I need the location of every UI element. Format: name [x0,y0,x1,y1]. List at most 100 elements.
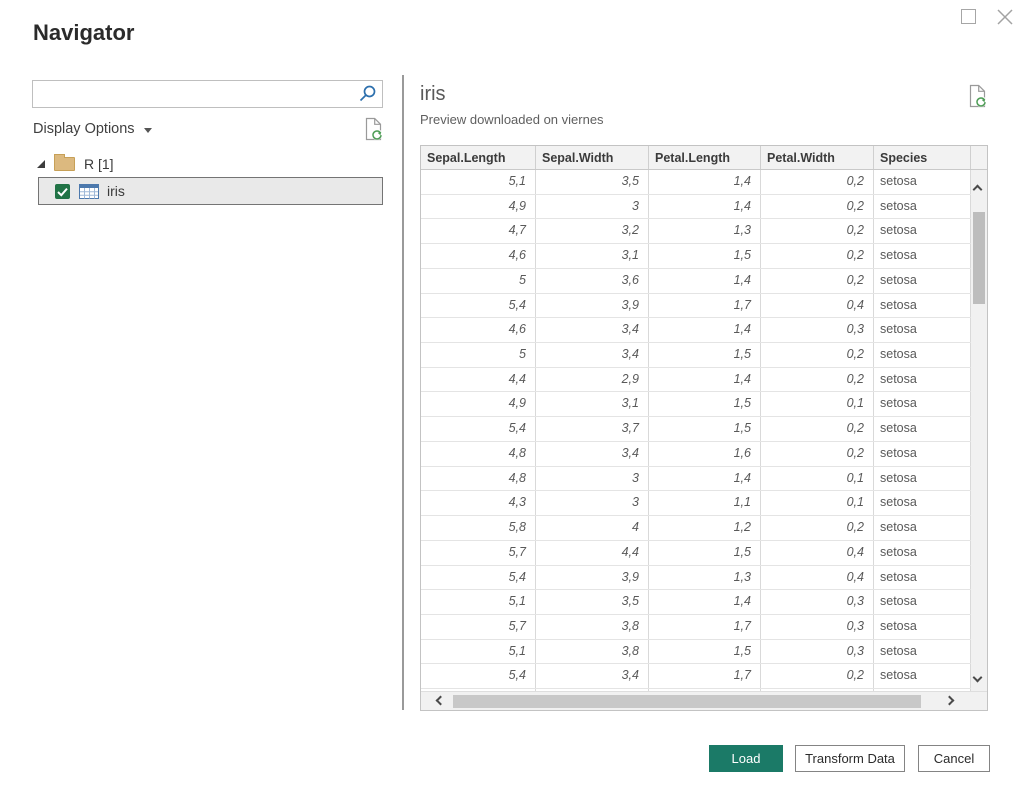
preview-title: iris [420,83,446,106]
cell-species: setosa [874,294,971,318]
load-button[interactable]: Load [709,745,783,772]
cell-value: 1,7 [649,615,761,639]
cell-value: 0,2 [761,368,874,392]
table-row: 53,61,40,2setosa [421,269,971,294]
cell-value: 1,4 [649,318,761,342]
refresh-source-button[interactable] [364,117,383,141]
scroll-right-icon[interactable] [945,696,955,706]
tree-folder-row[interactable]: R [1] [37,153,114,175]
cancel-button[interactable]: Cancel [918,745,990,772]
cell-value: 0,3 [761,590,874,614]
scroll-up-icon[interactable] [973,185,983,195]
cell-value: 5,7 [421,541,536,565]
cell-value: 1,3 [649,219,761,243]
cell-value: 0,3 [761,640,874,664]
table-row: 4,931,40,2setosa [421,195,971,220]
maximize-button[interactable] [961,9,976,24]
cell-value: 3,2 [536,219,649,243]
preview-refresh-button[interactable] [968,84,987,113]
transform-data-button[interactable]: Transform Data [795,745,905,772]
table-header: Sepal.LengthSepal.WidthPetal.LengthPetal… [421,146,987,170]
vertical-scrollbar[interactable] [971,170,987,691]
cell-value: 5,7 [421,615,536,639]
checkbox-checked-icon[interactable] [55,184,70,199]
cell-value: 5 [421,343,536,367]
cell-value: 5,1 [421,170,536,194]
scroll-down-icon[interactable] [973,673,983,683]
cell-value: 5,4 [421,417,536,441]
cell-value: 0,2 [761,195,874,219]
refresh-document-icon [968,84,987,108]
cell-value: 1,4 [649,467,761,491]
cell-value: 4 [536,516,649,540]
search-input[interactable] [33,81,357,107]
table-row: 5,43,41,70,2setosa [421,664,971,689]
cell-species: setosa [874,615,971,639]
search-icon[interactable] [357,84,377,104]
cell-value: 0,2 [761,244,874,268]
cell-value: 5,4 [421,664,536,688]
cell-species: setosa [874,244,971,268]
cell-value: 0,1 [761,392,874,416]
tree-expander-icon[interactable] [37,160,45,168]
table-row: 5,13,81,50,3setosa [421,640,971,665]
table-row: 4,331,10,1setosa [421,491,971,516]
cell-value: 1,5 [649,392,761,416]
cell-value: 0,2 [761,343,874,367]
cell-value: 1,4 [649,368,761,392]
column-header-filler [971,146,987,169]
cell-value: 1,6 [649,442,761,466]
preview-subtitle: Preview downloaded on viernes [420,112,604,127]
cell-value: 0,2 [761,170,874,194]
cell-value: 0,2 [761,219,874,243]
cell-value: 0,4 [761,541,874,565]
cell-species: setosa [874,442,971,466]
cell-value: 4,6 [421,318,536,342]
cell-value: 3 [536,467,649,491]
cell-value: 4,3 [421,491,536,515]
cell-value: 1,4 [649,590,761,614]
cell-value: 0,4 [761,294,874,318]
cell-species: setosa [874,664,971,688]
cell-value: 0,2 [761,269,874,293]
cell-value: 3,8 [536,615,649,639]
cell-species: setosa [874,392,971,416]
cell-value: 0,2 [761,442,874,466]
table-row: 4,831,40,1setosa [421,467,971,492]
cell-value: 0,1 [761,467,874,491]
cell-value: 0,2 [761,417,874,441]
column-header: Sepal.Length [421,146,536,169]
table-row: 4,83,41,60,2setosa [421,442,971,467]
cell-species: setosa [874,269,971,293]
column-header: Petal.Length [649,146,761,169]
table-row: 4,63,41,40,3setosa [421,318,971,343]
table-body: 5,13,51,40,2setosa4,931,40,2setosa4,73,2… [421,170,971,692]
dialog-title: Navigator [33,20,134,46]
table-row: 5,841,20,2setosa [421,516,971,541]
cell-species: setosa [874,467,971,491]
cell-value: 3,4 [536,343,649,367]
close-button[interactable] [995,7,1015,27]
cell-value: 4,4 [536,541,649,565]
column-header: Species [874,146,971,169]
cell-value: 1,7 [649,664,761,688]
cell-value: 3,8 [536,640,649,664]
cell-value: 1,7 [649,294,761,318]
table-row: 4,63,11,50,2setosa [421,244,971,269]
vertical-scrollbar-thumb[interactable] [973,212,985,304]
scroll-left-icon[interactable] [436,696,446,706]
horizontal-scrollbar-thumb[interactable] [453,695,921,708]
table-row: 4,93,11,50,1setosa [421,392,971,417]
cell-value: 4,4 [421,368,536,392]
table-row: 5,13,51,40,2setosa [421,170,971,195]
cell-value: 0,1 [761,491,874,515]
horizontal-scrollbar[interactable] [421,691,987,710]
table-icon [79,184,99,199]
cell-value: 3 [536,491,649,515]
tree-item-iris[interactable]: iris [38,177,383,205]
cell-value: 2,9 [536,368,649,392]
cell-value: 3,4 [536,318,649,342]
panel-divider [402,75,404,710]
display-options-dropdown[interactable]: Display Options [33,121,152,137]
cell-value: 3,5 [536,590,649,614]
